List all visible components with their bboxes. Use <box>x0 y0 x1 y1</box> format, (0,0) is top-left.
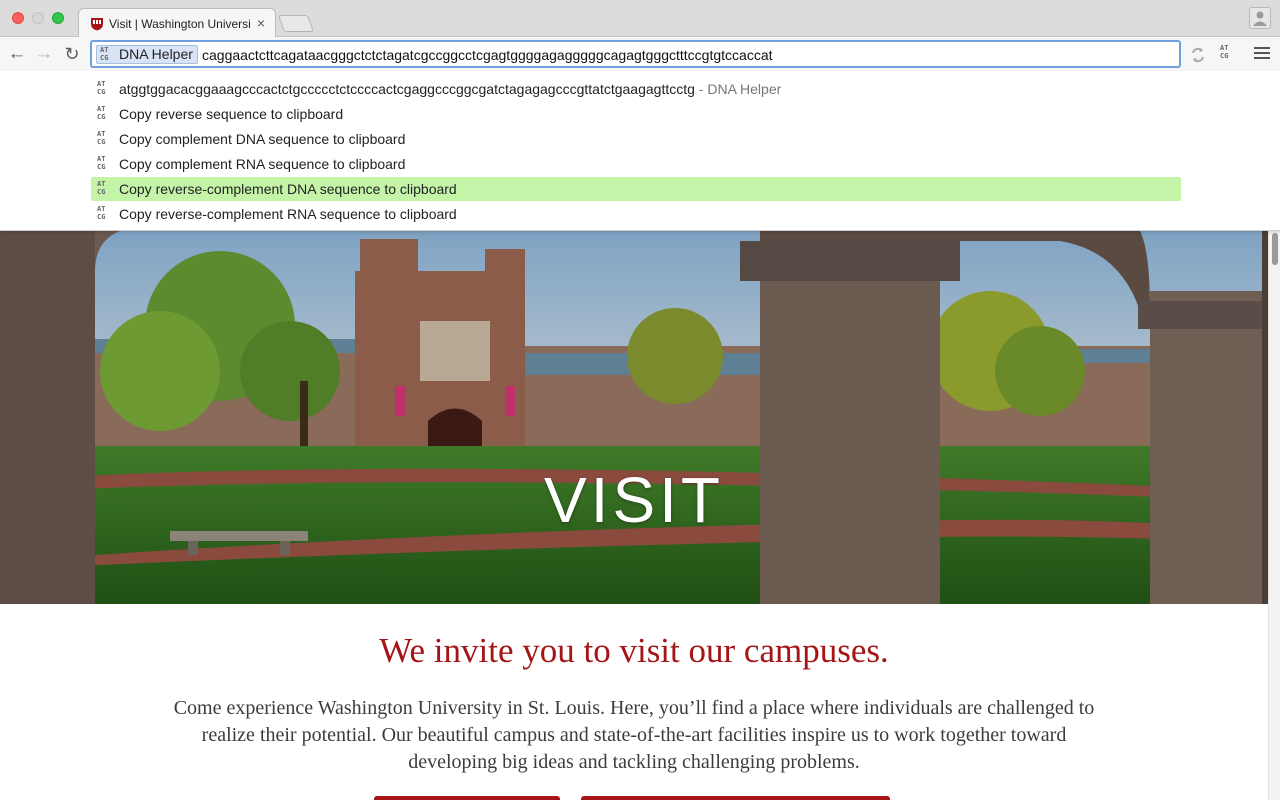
browser-toolbar: ← → ↻ AT CG DNA Helper AT CG <box>0 37 1280 71</box>
campus-photo <box>0 231 1268 604</box>
suggestion-text: Copy reverse-complement DNA sequence to … <box>119 181 457 197</box>
omnibox-suggestions: AT CG atggtggacacggaaagcccactctgccccctct… <box>0 71 1280 231</box>
suggestion-item[interactable]: AT CG Copy complement RNA sequence to cl… <box>91 152 1181 176</box>
address-input[interactable] <box>202 45 1172 65</box>
dna-helper-icon: AT CG <box>97 155 106 171</box>
suggestion-item-selected[interactable]: AT CG Copy reverse-complement DNA sequen… <box>91 177 1181 201</box>
address-bar[interactable]: AT CG DNA Helper <box>90 40 1181 68</box>
browser-menu-icon[interactable] <box>1254 47 1270 61</box>
person-icon <box>1253 11 1267 26</box>
browser-tab[interactable]: Visit | Washington Universi × <box>78 8 276 38</box>
suggestion-text: atggtggacacggaaagcccactctgccccctctccccac… <box>119 81 695 97</box>
tab-strip: Visit | Washington Universi × <box>0 0 1280 38</box>
university-shield-icon <box>91 18 103 31</box>
dna-helper-icon: AT CG <box>97 130 106 146</box>
dna-helper-icon: AT CG <box>97 105 106 121</box>
back-arrow-icon: ← <box>7 43 27 64</box>
keyword-label: DNA Helper <box>119 46 193 62</box>
suggestion-item[interactable]: AT CG Copy complement DNA sequence to cl… <box>91 127 1181 151</box>
omnibox-keyword-chip: AT CG DNA Helper <box>96 45 198 64</box>
suggestion-text: Copy complement RNA sequence to clipboar… <box>119 156 406 172</box>
suggestion-item[interactable]: AT CG Copy reverse sequence to clipboard <box>91 102 1181 126</box>
tab-close-icon[interactable]: × <box>257 15 265 31</box>
suggestion-item[interactable]: AT CG atggtggacacggaaagcccactctgccccctct… <box>91 77 1181 101</box>
dna-helper-icon: AT CG <box>97 205 106 221</box>
suggestion-item[interactable]: AT CG Copy reverse-complement RNA sequen… <box>91 202 1181 226</box>
page-scrollbar[interactable] <box>1268 231 1280 800</box>
back-button[interactable]: ← <box>7 44 27 64</box>
window-zoom-button[interactable] <box>52 12 64 24</box>
reload-icon: ↻ <box>64 44 80 64</box>
dna-helper-icon: AT CG <box>97 80 106 96</box>
new-tab-button[interactable] <box>277 15 315 32</box>
forward-arrow-icon: → <box>34 43 54 64</box>
dna-helper-icon: AT CG <box>1220 44 1229 60</box>
sync-icon <box>1192 47 1204 63</box>
window-close-button[interactable] <box>12 12 24 24</box>
hero-title: VISIT <box>543 464 725 536</box>
tab-title: Visit | Washington Universi <box>109 17 251 31</box>
window-minimize-button[interactable] <box>32 12 44 24</box>
suggestion-text: Copy reverse sequence to clipboard <box>119 106 344 122</box>
intro-paragraph: Come experience Washington University in… <box>173 697 1095 773</box>
scrollbar-thumb[interactable] <box>1272 233 1278 265</box>
extension-button-dna-helper[interactable]: AT CG <box>1220 45 1240 65</box>
suggestion-description: - DNA Helper <box>694 81 782 97</box>
suggestion-text: Copy reverse-complement RNA sequence to … <box>119 206 457 222</box>
web-page: VISIT We invite you to visit our campuse… <box>0 231 1268 800</box>
reload-button[interactable]: ↻ <box>62 44 82 64</box>
profile-button[interactable] <box>1249 7 1271 29</box>
cta-button-secondary[interactable] <box>581 796 890 800</box>
forward-button[interactable]: → <box>34 44 54 64</box>
dna-helper-icon: AT CG <box>100 46 109 62</box>
dna-helper-icon: AT CG <box>97 180 106 196</box>
cta-button-primary[interactable] <box>374 796 560 800</box>
extension-button-refresh[interactable] <box>1188 45 1208 65</box>
hero-banner: VISIT <box>0 231 1268 604</box>
suggestion-text: Copy complement DNA sequence to clipboar… <box>119 131 406 147</box>
page-heading: We invite you to visit our campuses. <box>379 631 889 670</box>
